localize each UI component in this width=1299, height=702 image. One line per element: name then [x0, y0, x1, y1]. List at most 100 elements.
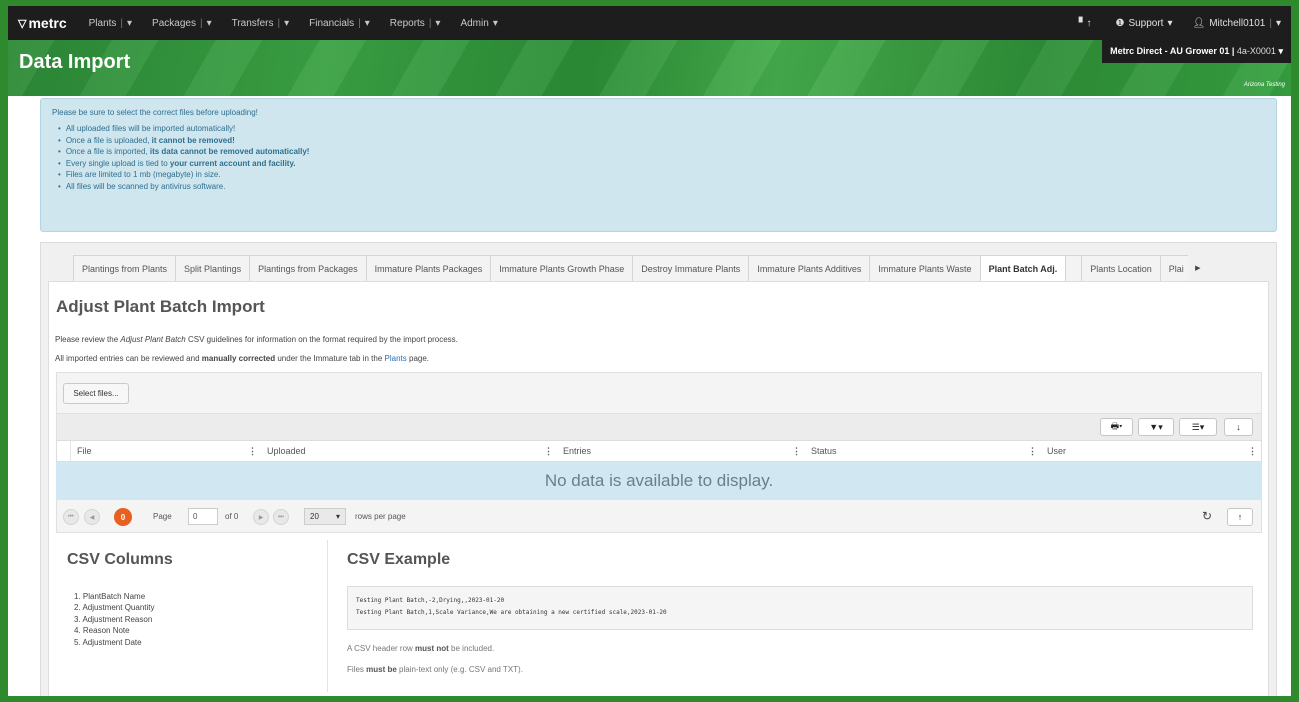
column-file[interactable]: File ⋮ [71, 441, 261, 461]
tab-plants-location[interactable]: Plants Location [1081, 255, 1160, 281]
upload-toolbar: Select files... [56, 372, 1262, 414]
column-uploaded[interactable]: Uploaded ⋮ [261, 441, 557, 461]
prev-page-icon[interactable]: ◀ [84, 509, 100, 525]
caret-down-icon: ▾ [1275, 17, 1281, 29]
nav-packages[interactable]: Packages | ▾ [142, 18, 222, 29]
grid-empty-message: No data is available to display. [56, 462, 1262, 499]
nav-admin[interactable]: Admin ▾ [450, 18, 507, 29]
tab-immature-plants-packages[interactable]: Immature Plants Packages [365, 255, 491, 281]
note-bold: must be [366, 665, 397, 674]
alert-item: Once a file is uploaded, it cannot be re… [58, 136, 1265, 145]
alert-item: All files will be scanned by antivirus s… [58, 182, 1265, 191]
column-status[interactable]: Status ⋮ [805, 441, 1041, 461]
tab-immature-plants-additives[interactable]: Immature Plants Additives [748, 255, 870, 281]
columns-button[interactable]: ☰▾ [1179, 418, 1217, 436]
alert-text: All files will be scanned by antivirus s… [65, 181, 226, 191]
brand-name: metrc [28, 15, 67, 31]
tab-plantings-from-plants[interactable]: Plantings from Plants [73, 255, 176, 281]
column-user[interactable]: User ⋮ [1041, 441, 1261, 461]
alert-item: All uploaded files will be imported auto… [58, 124, 1265, 133]
tab-blank[interactable] [1065, 255, 1082, 281]
tab-destroy-immature-plants[interactable]: Destroy Immature Plants [632, 255, 749, 281]
caret-down-icon: ▾ [1278, 46, 1283, 56]
tab-content: Adjust Plant Batch Import Please review … [48, 281, 1269, 696]
page-count-badge: 0 [114, 508, 132, 526]
first-page-icon[interactable]: ⏮ [63, 509, 79, 525]
tab-plantings-from-packages[interactable]: Plantings from Packages [249, 255, 366, 281]
nav-user-label: Mitchell0101 [1209, 17, 1266, 29]
download-button[interactable]: ↓ [1224, 418, 1253, 436]
column-menu-icon[interactable]: ⋮ [544, 446, 553, 457]
nav-divider: | [428, 17, 432, 29]
column-menu-icon[interactable]: ⋮ [1248, 446, 1257, 457]
facility-selector[interactable]: Metrc Direct - AU Grower 01 | 4a-X0001 ▾ [1102, 40, 1291, 63]
brand-logo[interactable]: ▽ metrc [8, 15, 79, 31]
select-files-button[interactable]: Select files... [63, 383, 129, 404]
page-input[interactable]: 0 [188, 508, 218, 525]
desc-text: page. [406, 354, 430, 363]
caret-down-icon: ▾ [127, 17, 133, 29]
nav-reports[interactable]: Reports | ▾ [380, 18, 451, 29]
filter-icon: ▼▾ [1149, 421, 1163, 432]
nav-transfers[interactable]: Transfers | ▾ [222, 18, 300, 29]
nav-support[interactable]: ❶ Support ▾ [1105, 18, 1182, 29]
last-page-icon[interactable]: ⏭ [273, 509, 289, 525]
note-text: A CSV header row [347, 644, 416, 653]
nav-financials-label: Financials [309, 17, 355, 29]
column-label: Status [811, 446, 837, 456]
shield-icon: ▽ [18, 17, 27, 30]
tab-immature-plants-growth-phase[interactable]: Immature Plants Growth Phase [490, 255, 633, 281]
top-navbar: ▽ metrc Plants | ▾ Packages | ▾ Transfers | ▾ … [8, 6, 1291, 40]
nav-user[interactable]: 👤︎ Mitchell0101 | ▾ [1183, 18, 1292, 29]
nav-plants[interactable]: Plants | ▾ [79, 18, 142, 29]
alert-text: Files are limited to 1 mb (megabyte) in … [65, 170, 221, 180]
alert-heading: Please be sure to select the correct fil… [52, 108, 258, 117]
caret-down-icon: ▾ [435, 17, 441, 29]
column-label: Entries [563, 446, 592, 456]
caret-down-icon: ▾ [206, 17, 212, 29]
column-menu-icon[interactable]: ⋮ [248, 446, 257, 457]
import-panel: Plantings from Plants Split Plantings Pl… [40, 242, 1277, 696]
note-text: plain-text only (e.g. CSV and TXT). [396, 665, 523, 674]
filter-button[interactable]: ▼▾ [1138, 418, 1174, 436]
next-page-icon[interactable]: ▶ [253, 509, 269, 525]
nav-financials[interactable]: Financials | ▾ [299, 18, 380, 29]
nav-divider: | [1269, 17, 1272, 29]
csv-columns-list: 1. PlantBatch Name 2. Adjustment Quantit… [74, 592, 155, 649]
column-menu-icon[interactable]: ⋮ [792, 446, 801, 457]
tab-split-plantings[interactable]: Split Plantings [175, 255, 250, 281]
csv-example-code: Testing Plant Batch,-2,Drying,,2023-01-2… [347, 586, 1253, 630]
tab-immature-plants-waste[interactable]: Immature Plants Waste [869, 255, 980, 281]
csv-format-note: Files must be plain-text only (e.g. CSV … [347, 665, 523, 674]
csv-example-title: CSV Example [347, 551, 451, 568]
nav-transfers-label: Transfers [231, 17, 274, 29]
caret-down-icon: ▾ [1167, 17, 1173, 29]
import-tabs: Plantings from Plants Split Plantings Pl… [73, 255, 1276, 281]
column-label: File [77, 446, 92, 456]
csv-example-line: Testing Plant Batch,1,Scale Variance,We … [356, 609, 667, 616]
tab-plant-batch-adj[interactable]: Plant Batch Adj. [979, 255, 1066, 281]
grid-toolbar: 🖶︎▾ ▼▾ ☰▾ ↓ [56, 414, 1262, 440]
tab-plants-truncated[interactable]: Plai [1159, 255, 1188, 281]
print-button[interactable]: 🖶︎▾ [1100, 418, 1133, 436]
desc-text: All imported entries can be reviewed and [55, 354, 202, 363]
desc-text: Please review the [55, 335, 121, 344]
column-menu-icon[interactable]: ⋮ [1028, 446, 1037, 457]
csv-example-line: Testing Plant Batch,-2,Drying,,2023-01-2… [356, 597, 505, 604]
column-label: Uploaded [267, 446, 306, 456]
section-title: Adjust Plant Batch Import [56, 297, 265, 316]
refresh-icon[interactable]: ↻ [1202, 509, 1212, 523]
plants-page-link[interactable]: Plants [385, 354, 407, 363]
upload-button[interactable]: ↑ [1227, 508, 1253, 526]
upload-warning-alert: Please be sure to select the correct fil… [40, 98, 1277, 232]
note-text: be included. [448, 644, 495, 653]
download-icon: ↓ [1236, 422, 1241, 432]
page-header: Data Import Metrc Direct - AU Grower 01 … [8, 40, 1291, 96]
column-entries[interactable]: Entries ⋮ [557, 441, 805, 461]
page-size-select[interactable]: 20 ▾ [304, 508, 346, 525]
nav-admin-label: Admin [460, 17, 489, 29]
alert-bold: your current account and facility. [169, 158, 296, 168]
nav-divider: | [199, 17, 203, 29]
tabs-scroll-right-icon[interactable]: ▶ [1188, 255, 1208, 281]
upload-status-button[interactable]: ▘↑ [1069, 18, 1106, 29]
